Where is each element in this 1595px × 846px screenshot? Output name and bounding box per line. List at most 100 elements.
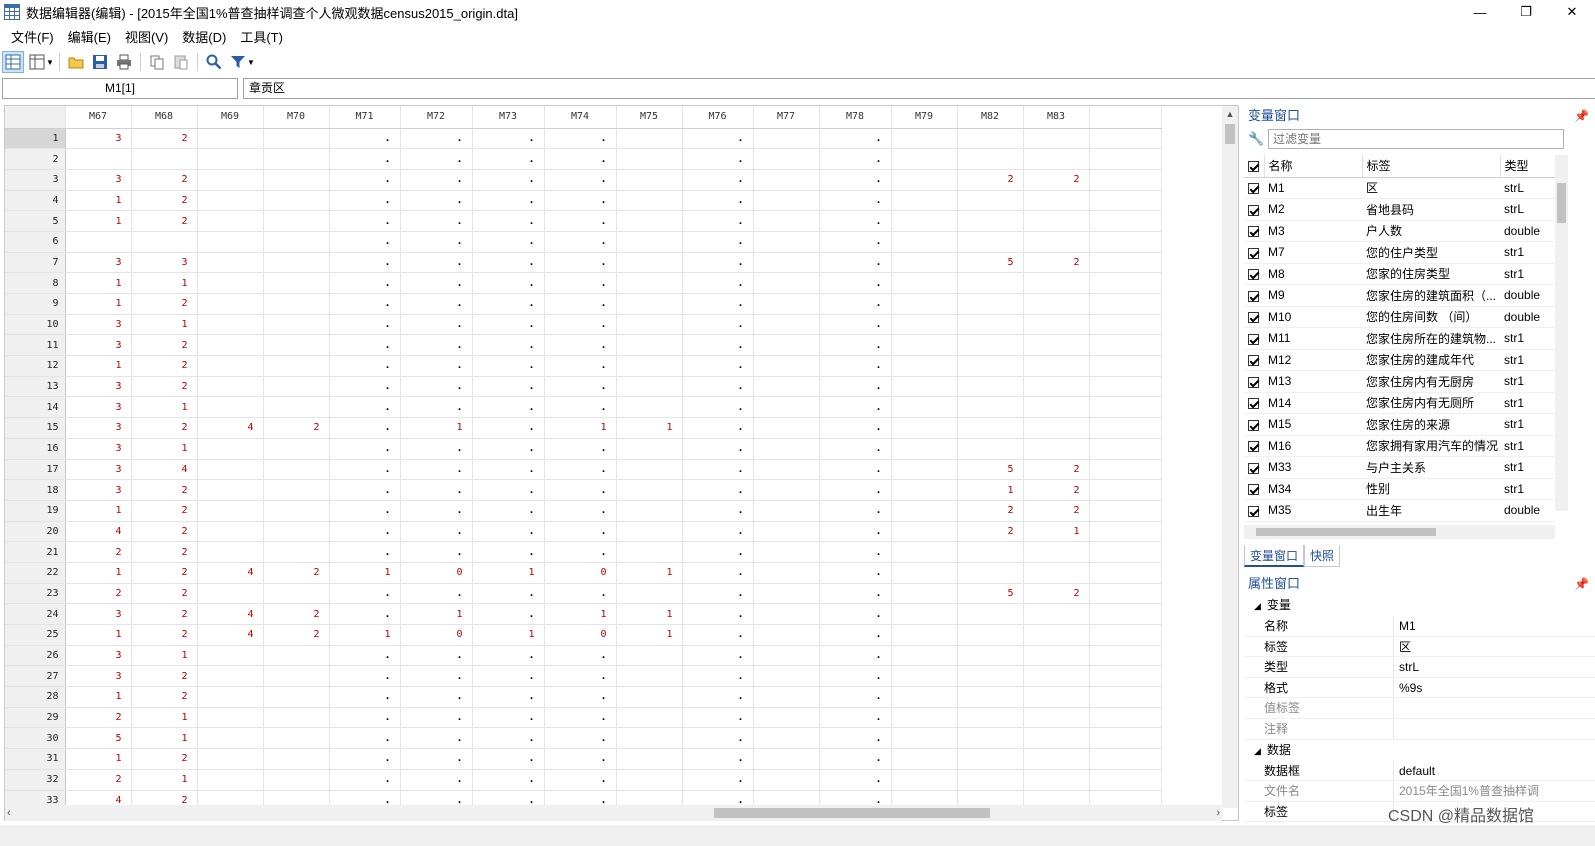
- data-cell[interactable]: .: [472, 541, 545, 563]
- data-cell[interactable]: .: [819, 521, 892, 543]
- data-cell[interactable]: .: [544, 396, 617, 419]
- pin-icon[interactable]: 📌: [1574, 573, 1589, 595]
- data-cell[interactable]: .: [819, 293, 892, 315]
- data-cell[interactable]: .: [544, 148, 617, 170]
- row-number[interactable]: 16: [5, 438, 66, 460]
- data-cell[interactable]: .: [400, 583, 473, 605]
- data-cell[interactable]: 2: [957, 169, 1024, 191]
- filter-icon[interactable]: [227, 51, 249, 73]
- data-cell[interactable]: .: [472, 396, 545, 419]
- data-cell[interactable]: .: [472, 603, 545, 625]
- data-cell[interactable]: .: [472, 293, 545, 315]
- data-cell[interactable]: 3: [65, 645, 132, 667]
- data-cell[interactable]: 5: [957, 583, 1024, 605]
- data-cell[interactable]: 2: [131, 748, 198, 770]
- data-cell[interactable]: [131, 231, 198, 253]
- data-cell[interactable]: [263, 748, 330, 770]
- data-cell[interactable]: 0: [400, 624, 473, 646]
- data-cell[interactable]: .: [682, 479, 754, 501]
- data-cell[interactable]: 5: [957, 252, 1024, 274]
- property-row[interactable]: 格式 %9s: [1244, 677, 1595, 699]
- data-cell[interactable]: 1: [131, 707, 198, 729]
- variable-checkbox[interactable]: [1244, 241, 1264, 264]
- data-cell[interactable]: .: [329, 541, 401, 563]
- data-cell[interactable]: .: [400, 334, 473, 357]
- data-cell[interactable]: [891, 686, 958, 708]
- data-cell[interactable]: 4: [197, 624, 264, 646]
- data-cell[interactable]: [1023, 603, 1090, 625]
- data-cell[interactable]: [891, 603, 958, 625]
- data-cell[interactable]: [891, 148, 958, 170]
- data-cell[interactable]: [263, 190, 330, 212]
- data-cell[interactable]: [197, 521, 264, 543]
- data-cell[interactable]: .: [544, 479, 617, 501]
- property-value[interactable]: M1: [1394, 616, 1544, 636]
- data-cell[interactable]: [263, 438, 330, 460]
- data-cell[interactable]: .: [400, 521, 473, 543]
- data-cell[interactable]: [891, 562, 958, 584]
- data-cell[interactable]: .: [400, 355, 473, 377]
- data-cell[interactable]: [753, 252, 820, 274]
- data-cell[interactable]: 2: [131, 210, 198, 232]
- data-cell[interactable]: .: [682, 583, 754, 605]
- data-cell[interactable]: 2: [1023, 252, 1090, 274]
- data-cell[interactable]: .: [819, 417, 892, 439]
- data-cell[interactable]: .: [472, 686, 545, 708]
- row-number[interactable]: 31: [5, 748, 66, 770]
- data-cell[interactable]: [263, 334, 330, 357]
- data-cell[interactable]: 1: [131, 645, 198, 667]
- row-number[interactable]: 20: [5, 521, 66, 543]
- data-cell[interactable]: 3: [65, 169, 132, 191]
- row-number[interactable]: 19: [5, 500, 66, 522]
- row-number[interactable]: 11: [5, 334, 66, 357]
- variable-row[interactable]: M3 户人数 double: [1244, 220, 1555, 242]
- data-cell[interactable]: [957, 376, 1024, 398]
- data-cell[interactable]: 2: [957, 500, 1024, 522]
- data-cell[interactable]: [753, 769, 820, 791]
- data-cell[interactable]: 4: [197, 417, 264, 439]
- data-cell[interactable]: [753, 314, 820, 336]
- property-row[interactable]: 名称 M1: [1244, 616, 1595, 637]
- row-number[interactable]: 21: [5, 541, 66, 563]
- variable-row[interactable]: M13 您家住房内有无厨房 str1: [1244, 370, 1555, 393]
- data-cell[interactable]: 4: [65, 521, 132, 543]
- data-cell[interactable]: .: [819, 459, 892, 481]
- data-cell[interactable]: .: [544, 645, 617, 667]
- data-cell[interactable]: [957, 417, 1024, 439]
- variable-row[interactable]: M11 您家住房所在的建筑物... str1: [1244, 327, 1555, 350]
- data-cell[interactable]: [753, 541, 820, 563]
- data-cell[interactable]: [957, 396, 1024, 419]
- row-number[interactable]: 12: [5, 355, 66, 377]
- data-cell[interactable]: .: [544, 500, 617, 522]
- data-cell[interactable]: .: [819, 583, 892, 605]
- data-cell[interactable]: [891, 479, 958, 501]
- data-cell[interactable]: .: [329, 665, 401, 688]
- data-cell[interactable]: .: [819, 355, 892, 377]
- menu-tools[interactable]: 工具(T): [233, 27, 290, 46]
- data-cell[interactable]: .: [819, 210, 892, 232]
- data-cell[interactable]: 2: [131, 334, 198, 357]
- data-cell[interactable]: [753, 748, 820, 770]
- data-cell[interactable]: [753, 665, 820, 688]
- row-number[interactable]: 18: [5, 479, 66, 501]
- data-cell[interactable]: [1023, 355, 1090, 377]
- scrollbar-thumb[interactable]: [1225, 124, 1235, 144]
- property-section[interactable]: ◢ 变量: [1244, 595, 1595, 616]
- data-cell[interactable]: .: [400, 396, 473, 419]
- data-cell[interactable]: .: [329, 707, 401, 729]
- data-cell[interactable]: .: [400, 438, 473, 460]
- data-cell[interactable]: [616, 707, 683, 729]
- data-cell[interactable]: [753, 521, 820, 543]
- property-row[interactable]: 数据框 default: [1244, 760, 1595, 782]
- data-cell[interactable]: .: [329, 438, 401, 460]
- data-cell[interactable]: 2: [131, 417, 198, 439]
- data-cell[interactable]: [957, 769, 1024, 791]
- data-cell[interactable]: [891, 169, 958, 191]
- data-cell[interactable]: .: [472, 376, 545, 398]
- data-cell[interactable]: 2: [131, 583, 198, 605]
- data-cell[interactable]: .: [682, 314, 754, 336]
- data-cell[interactable]: [957, 603, 1024, 625]
- data-cell[interactable]: [891, 190, 958, 212]
- data-cell[interactable]: [197, 686, 264, 708]
- data-cell[interactable]: 1: [131, 272, 198, 294]
